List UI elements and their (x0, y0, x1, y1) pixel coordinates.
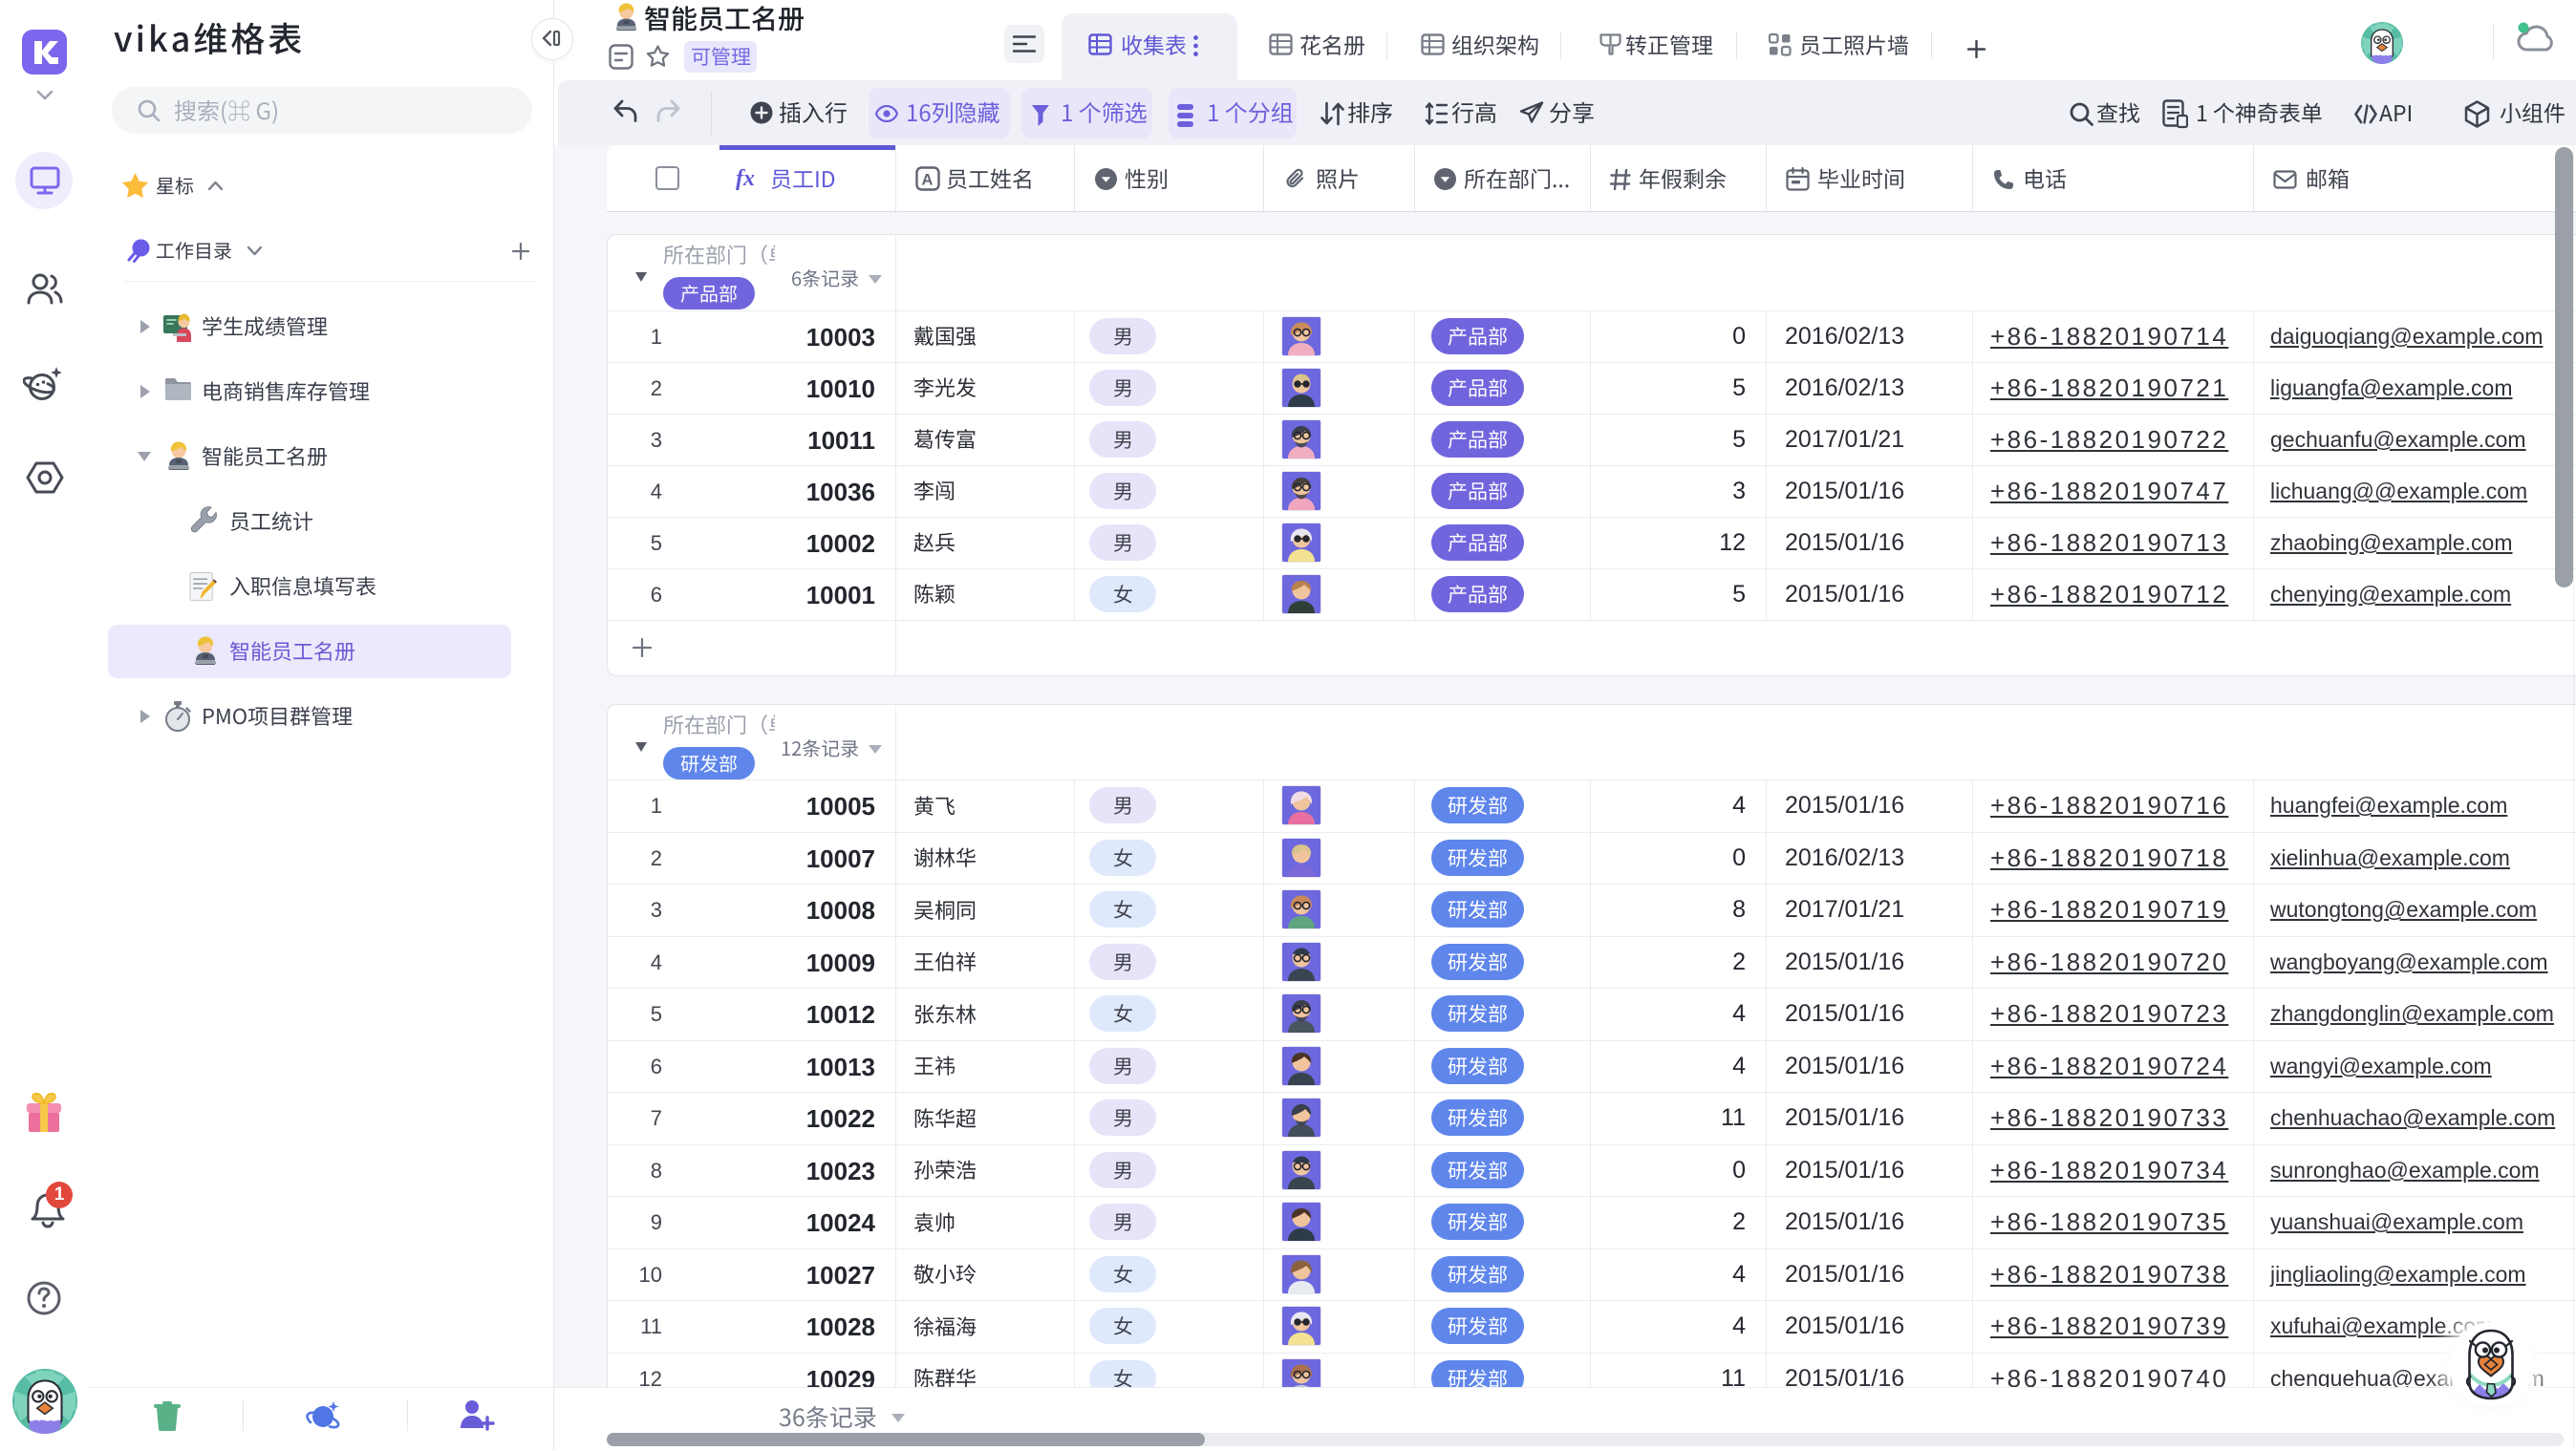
svg-text:A: A (922, 172, 934, 189)
svg-text:fx: fx (736, 166, 755, 191)
